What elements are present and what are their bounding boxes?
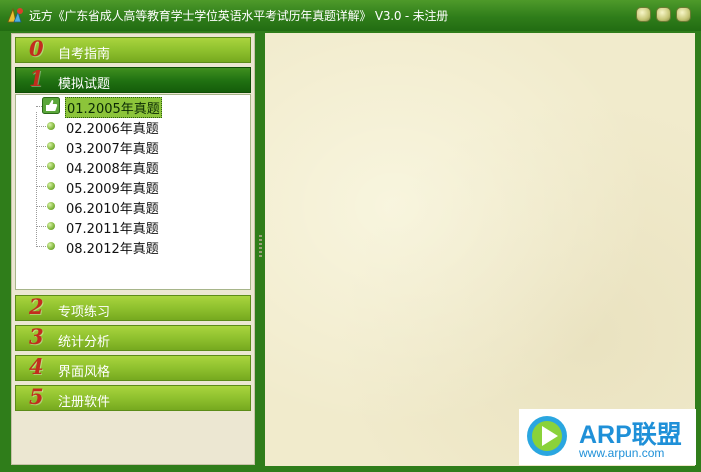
bullet-icon	[47, 162, 55, 170]
app-icon	[7, 7, 23, 23]
tree-item-label: 06.2010年真题	[66, 202, 159, 217]
arp-watermark: ARP联盟 www.arpun.com	[519, 409, 696, 465]
section-label: 注册软件	[58, 395, 111, 410]
section-number: 0	[29, 36, 44, 61]
section-label: 模拟试题	[58, 77, 111, 92]
tree-item-label: 04.2008年真题	[66, 162, 159, 177]
minimize-button[interactable]	[636, 7, 651, 22]
tree-item-label: 03.2007年真题	[66, 142, 159, 157]
bullet-icon	[47, 242, 55, 250]
window-title: 远方《广东省成人高等教育学士学位英语水平考试历年真题详解》 V3.0 - 未注册	[29, 9, 449, 23]
thumbs-up-icon	[42, 97, 60, 114]
tree-item-label: 01.2005年真题	[65, 97, 162, 118]
bullet-icon	[47, 122, 55, 130]
section-statistics[interactable]: 3 统计分析	[15, 324, 251, 351]
title-bar[interactable]: 远方《广东省成人高等教育学士学位英语水平考试历年真题详解》 V3.0 - 未注册	[0, 0, 701, 31]
section-mock-exams[interactable]: 1 模拟试题	[15, 66, 251, 93]
section-number: 1	[29, 66, 44, 91]
section-practice[interactable]: 2 专项练习	[15, 294, 251, 321]
bullet-icon	[47, 202, 55, 210]
section-theme[interactable]: 4 界面风格	[15, 354, 251, 381]
section-label: 自考指南	[58, 47, 111, 62]
tree-item-label: 07.2011年真题	[66, 222, 159, 237]
section-label: 专项练习	[58, 305, 111, 320]
maximize-button[interactable]	[656, 7, 671, 22]
section-number: 4	[29, 354, 44, 379]
play-logo-icon	[527, 416, 567, 456]
tree-item-label: 02.2006年真题	[66, 122, 159, 137]
bullet-icon	[47, 142, 55, 150]
section-label: 统计分析	[58, 335, 111, 350]
section-number: 5	[29, 384, 44, 409]
section-number: 2	[29, 294, 44, 319]
section-number: 3	[29, 324, 44, 349]
splitter-handle[interactable]	[259, 235, 262, 257]
tree-item-label: 05.2009年真题	[66, 182, 159, 197]
section-register[interactable]: 5 注册软件	[15, 384, 251, 411]
close-button[interactable]	[676, 7, 691, 22]
bullet-icon	[47, 182, 55, 190]
tree-item-label: 08.2012年真题	[66, 242, 159, 257]
content-area	[265, 33, 695, 466]
bullet-icon	[47, 222, 55, 230]
section-guide[interactable]: 0 自考指南	[15, 36, 251, 63]
section-label: 界面风格	[58, 365, 111, 380]
watermark-url: www.arpun.com	[579, 446, 665, 460]
